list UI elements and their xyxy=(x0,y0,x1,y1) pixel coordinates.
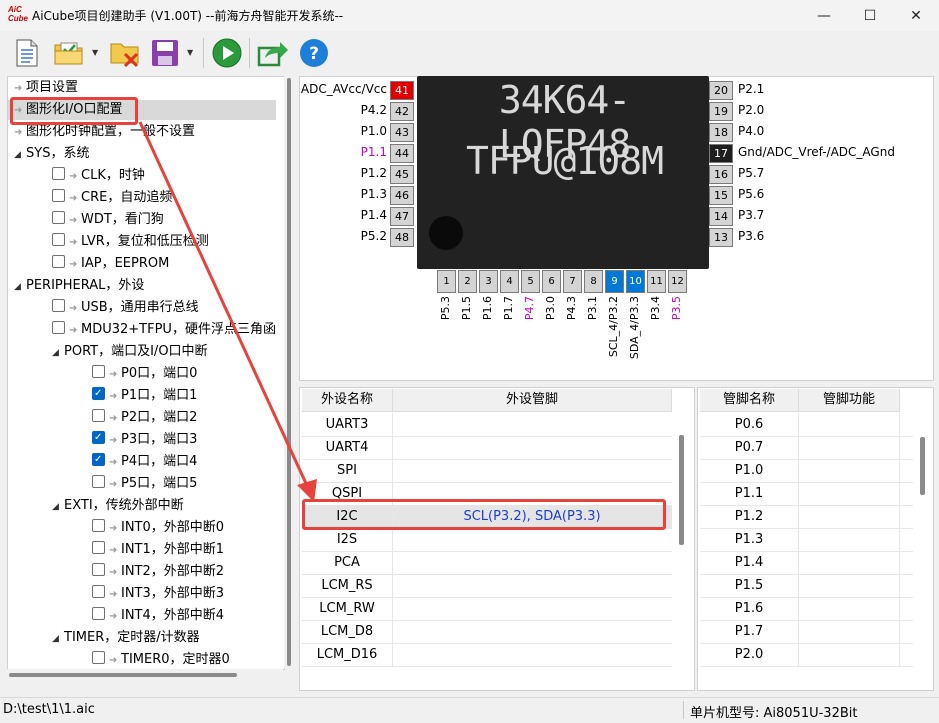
annotation-arrow-head xyxy=(297,479,317,502)
annotation-arrow-line xyxy=(138,121,311,491)
annotation-arrow xyxy=(138,121,317,502)
